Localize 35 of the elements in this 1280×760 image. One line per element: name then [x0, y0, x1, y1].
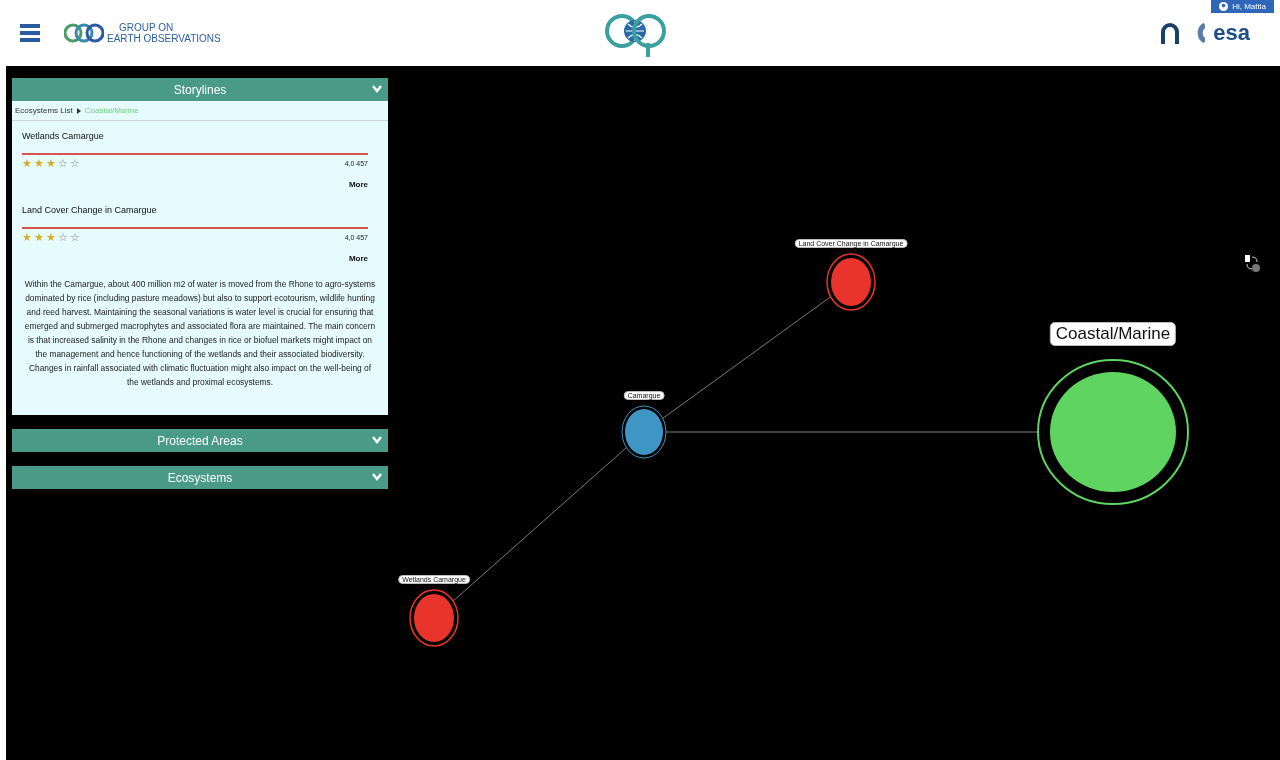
chevron-icon	[372, 436, 382, 444]
storyline-title: Wetlands Camargue	[22, 131, 368, 155]
chevron-right-icon	[76, 107, 81, 114]
star-icon: ★	[46, 157, 56, 170]
partner-logo-text: esa	[1213, 20, 1250, 46]
star-icon: ★	[22, 157, 32, 170]
star-icon: ★	[34, 231, 44, 244]
organization-name: GROUP ON EARTH OBSERVATIONS	[107, 22, 221, 44]
graph-node[interactable]	[1037, 359, 1189, 505]
more-link[interactable]: More	[348, 254, 368, 263]
user-badge[interactable]: Hi, Mattia	[1211, 0, 1274, 13]
more-link[interactable]: More	[348, 180, 368, 189]
breadcrumb-current: Coastal/Marine	[84, 106, 139, 115]
star-icon: ★	[46, 231, 56, 244]
logo-icon	[64, 22, 104, 44]
graph-node[interactable]	[409, 589, 459, 647]
graph-node[interactable]	[826, 253, 876, 311]
panel-header[interactable]: Ecosystems	[12, 466, 388, 489]
breadcrumb-link[interactable]: Ecosystems List	[15, 106, 73, 115]
star-icon: ★	[22, 231, 32, 244]
star-icon: ★	[34, 157, 44, 170]
description-text: Within the Camargue, about 400 million m2 of water is moved from the Rhone to agro-systems dominated by rice (including pasture meadows) but also to support ecotourism, wildlife hunting and reed harvest. Maintaining the seasonal variations is water level is crucial for ensuring that emerged and submerged macrophytes and associated flora are maintained. The main concern is that increased salinity in the Rhone and changes in rice or biofuel markets might impact on the management and hence functioning of the wetlands and their associated biodiversity. Changes in rainfall associated with climatic fluctuation might also impact on the well-being of the wetlands and proximal ecosystems.	[23, 278, 377, 389]
star-icon: ☆	[70, 231, 80, 244]
chevron-icon	[372, 85, 382, 93]
star-icon: ☆	[58, 157, 68, 170]
star-icon: ☆	[58, 231, 68, 244]
panel-header[interactable]: Protected Areas	[12, 429, 388, 452]
storyline-title: Land Cover Change in Camargue	[22, 205, 368, 229]
menu-icon[interactable]	[20, 23, 40, 43]
panel-header[interactable]: Storylines	[12, 78, 388, 101]
swap-icon[interactable]	[1244, 254, 1260, 274]
star-icon: ☆	[70, 157, 80, 170]
graph-node[interactable]	[621, 405, 667, 459]
chevron-icon	[372, 473, 382, 481]
node-label: Coastal/Marine	[1049, 322, 1177, 346]
